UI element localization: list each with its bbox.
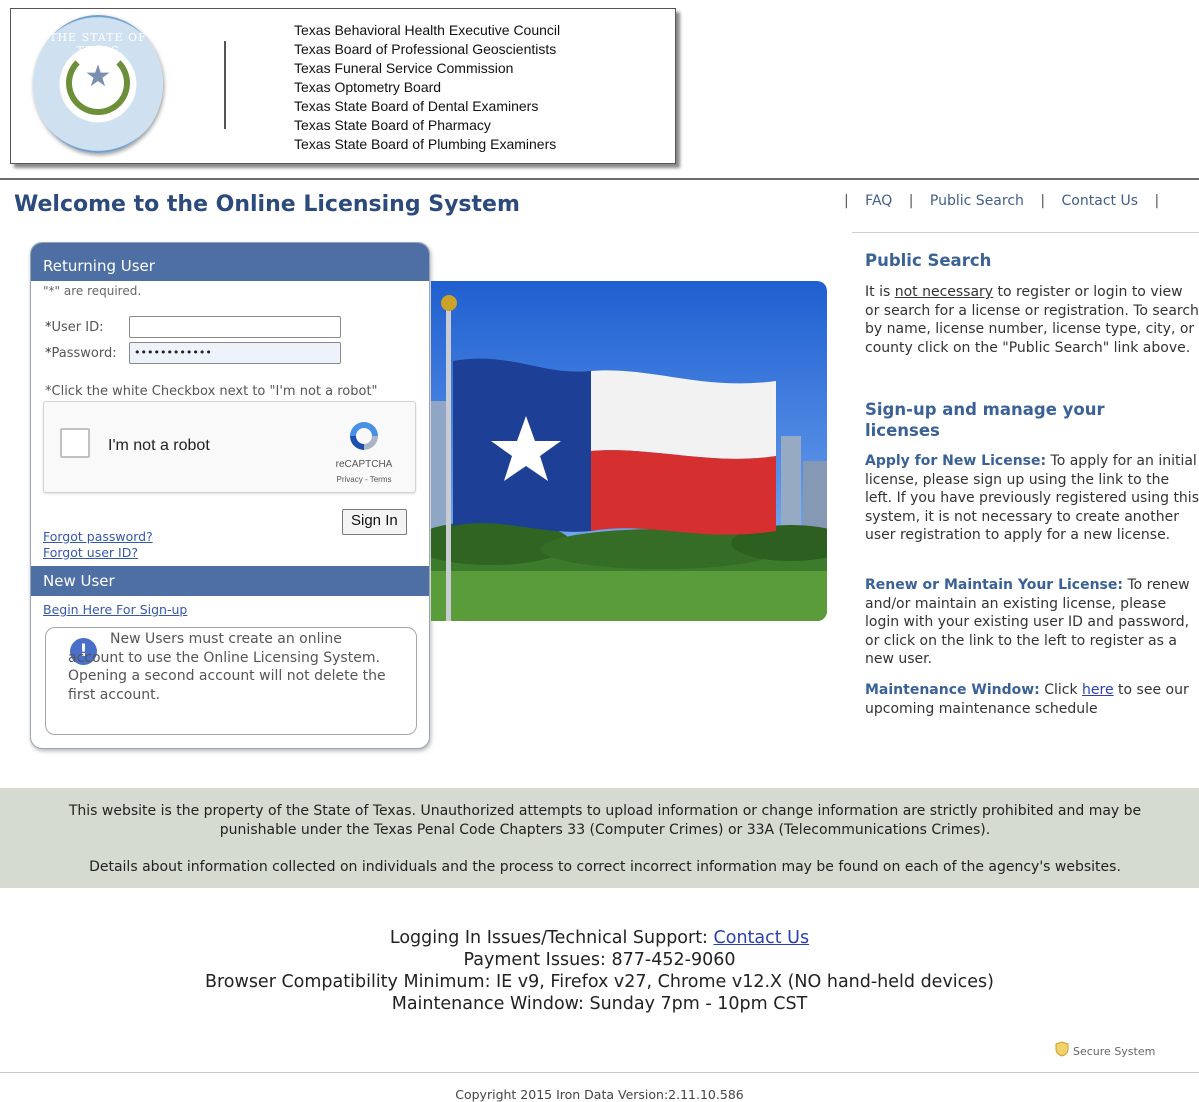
legal-warning-text: This website is the property of the Stat… — [68, 803, 1142, 838]
sign-in-button[interactable]: Sign In — [342, 509, 407, 535]
agency-list: Texas Behavioral Health Executive Counci… — [294, 21, 560, 154]
footer-rule — [0, 1072, 1199, 1073]
browser-compatibility-line: Browser Compatibility Minimum: IE v9, Fi… — [204, 972, 994, 992]
begin-signup-link[interactable]: Begin Here For Sign-up — [43, 602, 187, 617]
agency-name: Texas State Board of Plumbing Examiners — [294, 136, 557, 152]
public-search-heading: Public Search — [865, 251, 992, 270]
maintenance-here-link[interactable]: here — [1082, 682, 1114, 698]
returning-user-heading: Returning User — [31, 243, 429, 281]
page-title: Welcome to the Online Licensing System — [14, 192, 520, 217]
agency-name: Texas Optometry Board — [294, 79, 442, 95]
forgot-user-id-link[interactable]: Forgot user ID? — [43, 545, 138, 560]
signup-manage-heading: Sign-up and manage your licenses — [865, 400, 1105, 440]
new-user-notice-text: New Users must create an online account … — [68, 631, 386, 703]
header-divider — [224, 41, 226, 129]
public-search-link[interactable]: Public Search — [930, 193, 1024, 209]
apply-new-license-text: Apply for New License: To apply for an i… — [865, 453, 1199, 543]
payment-issues-line: Payment Issues: 877-452-9060 — [463, 950, 736, 970]
technical-support-line: Logging In Issues/Technical Support: Con… — [389, 928, 810, 948]
recaptcha-brand: reCAPTCHA — [335, 459, 393, 470]
privacy-info-text: Details about information collected on i… — [89, 859, 1121, 875]
renew-license-text: Renew or Maintain Your License: To renew… — [865, 577, 1190, 667]
support-info: Logging In Issues/Technical Support: Con… — [0, 927, 1199, 1015]
maintenance-window-text: Maintenance Window: Click here to see ou… — [865, 682, 1189, 717]
forgot-password-link[interactable]: Forgot password? — [43, 529, 153, 544]
new-user-heading: New User — [31, 566, 429, 596]
public-search-text: It is not necessary to register or login… — [865, 284, 1199, 356]
recaptcha-privacy-terms[interactable]: Privacy - Terms — [322, 475, 406, 484]
faq-link[interactable]: FAQ — [865, 193, 892, 209]
state-seal-logo: THE STATE OF TEXAS ★ — [33, 15, 163, 153]
secure-system-badge: Secure System — [1055, 1041, 1155, 1058]
agency-name: Texas State Board of Dental Examiners — [294, 98, 539, 114]
legal-notice-band: This website is the property of the Stat… — [0, 788, 1199, 888]
user-id-label: *User ID: — [45, 320, 104, 335]
new-user-notice: ! New Users must create an online accoun… — [45, 627, 417, 735]
agency-name: Texas Funeral Service Commission — [294, 60, 514, 76]
support-contact-link[interactable]: Contact Us — [714, 928, 810, 948]
recaptcha-checkbox[interactable] — [60, 428, 90, 458]
maintenance-window-line: Maintenance Window: Sunday 7pm - 10pm CS… — [391, 994, 808, 1014]
captcha-instruction: *Click the white Checkbox next to "I'm n… — [45, 384, 378, 399]
recaptcha-icon — [350, 422, 378, 450]
recaptcha-widget: I'm not a robot reCAPTCHA Privacy - Term… — [43, 401, 416, 493]
shield-icon — [1055, 1041, 1069, 1057]
agency-name: Texas Behavioral Health Executive Counci… — [294, 22, 561, 38]
top-nav: | FAQ | Public Search | Contact Us | — [844, 193, 1160, 209]
header-rule — [0, 178, 1199, 180]
contact-us-link[interactable]: Contact Us — [1062, 193, 1138, 209]
login-panel: Returning User "*" are required. *User I… — [30, 242, 430, 749]
password-input[interactable]: •••••••••••• — [129, 342, 341, 364]
agency-header-banner: THE STATE OF TEXAS ★ Texas Behavioral He… — [10, 8, 676, 164]
agency-name: Texas State Board of Pharmacy — [294, 117, 491, 133]
password-label: *Password: — [45, 346, 117, 361]
required-note: "*" are required. — [43, 284, 142, 298]
user-id-input[interactable] — [129, 316, 341, 338]
copyright-text: Copyright 2015 Iron Data Version:2.11.10… — [455, 1087, 744, 1102]
sidebar-rule — [852, 232, 1199, 233]
star-icon: ★ — [84, 59, 112, 94]
recaptcha-label: I'm not a robot — [108, 437, 210, 454]
agency-name: Texas Board of Professional Geoscientist… — [294, 41, 557, 57]
texas-flag-image — [431, 281, 827, 621]
